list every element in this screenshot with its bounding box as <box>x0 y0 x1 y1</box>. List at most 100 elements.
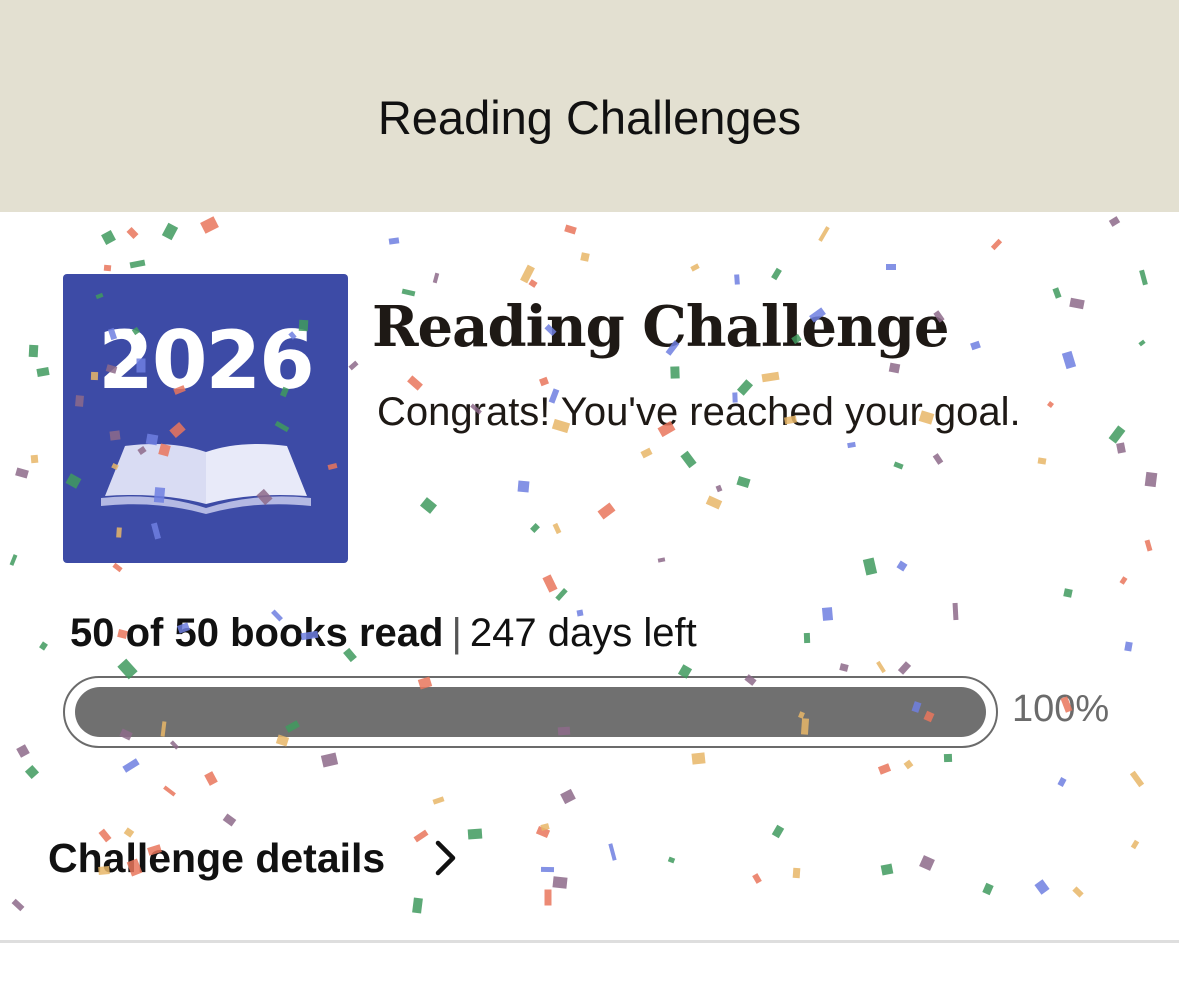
confetti-piece <box>1139 269 1148 286</box>
confetti-piece <box>670 366 680 379</box>
confetti-piece <box>1072 886 1084 898</box>
confetti-piece <box>555 587 568 602</box>
congrats-message: Congrats! You've reached your goal. <box>377 390 1021 434</box>
confetti-piece <box>528 279 538 288</box>
confetti-piece <box>535 825 551 839</box>
confetti-piece <box>1037 457 1047 465</box>
confetti-piece <box>200 216 219 234</box>
confetti-piece <box>771 267 782 281</box>
confetti-piece <box>564 224 577 235</box>
confetti-piece <box>690 263 700 272</box>
confetti-piece <box>932 453 944 465</box>
confetti-piece <box>30 454 39 464</box>
confetti-piece <box>691 752 706 765</box>
challenge-cover-image[interactable]: 2026 <box>63 274 348 563</box>
confetti-piece <box>771 824 785 839</box>
confetti-piece <box>1052 287 1062 299</box>
confetti-piece <box>818 226 830 242</box>
confetti-piece <box>803 632 811 644</box>
progress-percent: 100% <box>1012 688 1110 730</box>
confetti-piece <box>542 574 558 593</box>
confetti-piece <box>539 376 549 387</box>
confetti-piece <box>657 557 666 563</box>
confetti-piece <box>1130 839 1140 850</box>
confetti-piece <box>1034 879 1050 895</box>
books-read-count: 50 of 50 books read <box>70 611 444 655</box>
confetti-piece <box>970 340 981 351</box>
confetti-piece <box>821 607 834 621</box>
confetti-piece <box>893 461 904 470</box>
confetti-piece <box>919 855 935 871</box>
confetti-piece <box>161 222 179 241</box>
confetti-piece <box>204 771 218 786</box>
days-left: 247 days left <box>469 611 697 655</box>
progress-summary: 50 of 50 books read | 247 days left <box>70 605 697 661</box>
confetti-piece <box>680 450 697 469</box>
confetti-piece <box>597 502 616 520</box>
confetti-piece <box>1069 297 1085 310</box>
confetti-piece <box>129 259 146 269</box>
confetti-piece <box>943 753 953 763</box>
progress-separator: | <box>451 611 462 655</box>
confetti-piece <box>608 843 617 861</box>
confetti-piece <box>1063 588 1073 598</box>
confetti-piece <box>761 371 780 383</box>
confetti-piece <box>412 897 423 914</box>
nav-header: Reading Challenges <box>0 0 1179 212</box>
confetti-piece <box>1124 641 1133 652</box>
confetti-piece <box>222 813 237 827</box>
confetti-piece <box>736 475 751 489</box>
confetti-piece <box>15 467 29 479</box>
confetti-piece <box>667 856 676 864</box>
confetti-piece <box>530 523 540 533</box>
confetti-piece <box>552 876 568 889</box>
challenge-details-label: Challenge details <box>48 835 386 881</box>
confetti-piece <box>122 758 140 773</box>
progress-bar-fill <box>75 687 986 737</box>
confetti-piece <box>1108 216 1121 227</box>
confetti-piece <box>112 562 123 573</box>
confetti-piece <box>348 360 359 371</box>
confetti-piece <box>1116 442 1126 454</box>
confetti-piece <box>28 344 39 358</box>
confetti-piece <box>126 226 139 240</box>
confetti-piece <box>1057 777 1067 787</box>
confetti-piece <box>847 441 856 449</box>
confetti-piece <box>36 367 50 377</box>
confetti-piece <box>544 889 552 906</box>
confetti-piece <box>1129 770 1145 788</box>
confetti-piece <box>952 602 959 621</box>
confetti-piece <box>886 264 896 270</box>
confetti-piece <box>792 867 801 879</box>
confetti-piece <box>1061 350 1077 370</box>
confetti-piece <box>877 763 892 775</box>
challenge-details-link[interactable]: Challenge details <box>48 828 461 888</box>
confetti-piece <box>39 641 48 651</box>
confetti-piece <box>432 796 445 805</box>
confetti-piece <box>1144 539 1153 552</box>
confetti-piece <box>552 522 562 535</box>
challenge-title: Reading Challenge <box>372 294 949 360</box>
confetti-piece <box>982 882 994 896</box>
confetti-piece <box>419 497 438 514</box>
confetti-piece <box>903 759 914 770</box>
reading-challenge-card[interactable]: 2026 Reading Challenge Congrats! You've … <box>0 212 1179 942</box>
open-book-icon <box>101 444 311 514</box>
confetti-piece <box>540 823 550 831</box>
confetti-piece <box>560 788 576 805</box>
confetti-piece <box>752 873 762 884</box>
confetti-piece <box>580 252 590 262</box>
confetti-piece <box>862 557 878 576</box>
confetti-piece <box>839 663 849 672</box>
confetti-piece <box>9 554 18 566</box>
confetti-piece <box>24 764 40 780</box>
confetti-piece <box>715 484 723 493</box>
confetti-piece <box>540 866 555 873</box>
confetti-piece <box>876 660 886 674</box>
confetti-piece <box>388 237 400 245</box>
confetti-piece <box>897 661 912 675</box>
confetti-piece <box>101 230 116 245</box>
confetti-piece <box>432 272 440 284</box>
bottom-area <box>0 943 1179 1007</box>
confetti-piece <box>467 828 483 840</box>
